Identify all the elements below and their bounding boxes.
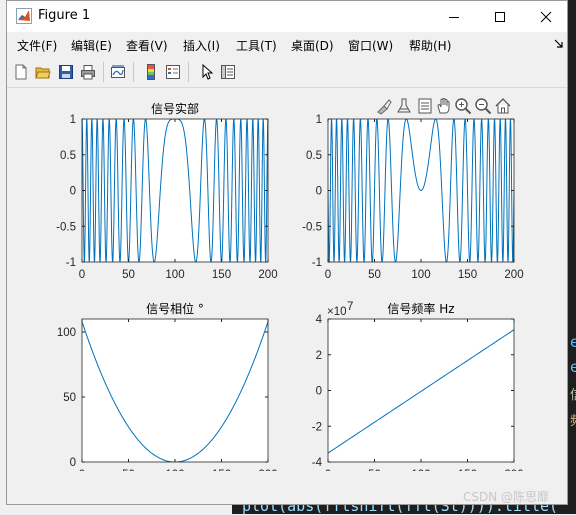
y-tick-label: 2 (316, 350, 322, 362)
y-tick-label: 50 (63, 392, 76, 404)
editor-fragment: 信 (570, 384, 576, 403)
axes-title: 信号实部 (151, 101, 199, 116)
x-tick-label: 100 (165, 469, 184, 471)
y-tick-label: 100 (57, 327, 76, 339)
y-tick-label: 0 (316, 386, 322, 398)
axes-title: 信号频率 Hz (387, 301, 454, 316)
y-tick-label: 4 (316, 314, 323, 326)
x-tick-label: 150 (458, 269, 477, 281)
x-tick-label: 50 (368, 469, 381, 471)
y-tick-label: 0.5 (306, 150, 322, 162)
x-tick-label: 100 (165, 269, 184, 281)
figure-canvas: 0 50 100 150 20010.50-0.5-1信号实部0 50 100 150 2001… (56, 101, 524, 471)
y-tick-label: 1 (70, 114, 76, 126)
y-tick-label: 0 (70, 457, 76, 469)
editor-fragment: 频 (570, 410, 576, 429)
x-tick-label: 200 (258, 469, 277, 471)
x-tick-label: 0 (79, 469, 85, 471)
x-tick-label: 200 (258, 269, 277, 281)
y-exponent-power: 7 (347, 301, 353, 313)
axes-2[interactable]: 0 50 100 150 200 1 0.5 0 -0.5 -1 (302, 114, 523, 281)
y-exponent-label: ×10 (327, 306, 347, 318)
axes-3[interactable]: 0 50 100 150 200 100 50 0 信号相位 ° (57, 301, 278, 471)
editor-fragment: e (570, 333, 576, 351)
x-tick-label: 150 (458, 469, 477, 471)
y-tick-label: -4 (312, 457, 323, 469)
y-tick-label: -1 (312, 257, 322, 269)
axes-1[interactable]: 0 50 100 150 200 1 0.5 0 -0.5 -1 信号实部 (56, 101, 277, 281)
x-tick-label: 100 (411, 469, 430, 471)
axes-background (82, 319, 268, 462)
x-tick-label: 200 (504, 269, 523, 281)
axes-4[interactable]: 0 50 100 150 200 4 2 0 -2 -4 信号频率 Hz ×107 (312, 301, 524, 471)
figure-window: Figure 1 文件(F) 编辑(E) 查看(V) 插入(I) 工具(T) 桌… (6, 0, 568, 505)
y-tick-label: 0 (316, 186, 322, 198)
x-tick-label: 0 (325, 269, 331, 281)
x-tick-label: 50 (368, 269, 381, 281)
y-tick-label: -0.5 (302, 221, 322, 233)
y-tick-label: 0 (70, 186, 76, 198)
y-tick-label: 0.5 (60, 150, 76, 162)
x-tick-label: 0 (79, 269, 85, 281)
axes-background (328, 319, 514, 462)
x-tick-label: 100 (411, 269, 430, 281)
y-tick-label: 1 (316, 114, 322, 126)
x-tick-label: 200 (504, 469, 523, 471)
editor-fragment: e (570, 358, 576, 376)
x-tick-label: 150 (212, 469, 231, 471)
watermark: CSDN @陈思靡 (463, 490, 550, 504)
y-tick-label: -0.5 (56, 221, 76, 233)
y-tick-label: -1 (66, 257, 76, 269)
axes-title: 信号相位 ° (146, 301, 204, 316)
x-tick-label: 50 (122, 469, 135, 471)
x-tick-label: 150 (212, 269, 231, 281)
y-tick-label: -2 (312, 421, 322, 433)
x-tick-label: 50 (122, 269, 135, 281)
x-tick-label: 0 (325, 469, 331, 471)
